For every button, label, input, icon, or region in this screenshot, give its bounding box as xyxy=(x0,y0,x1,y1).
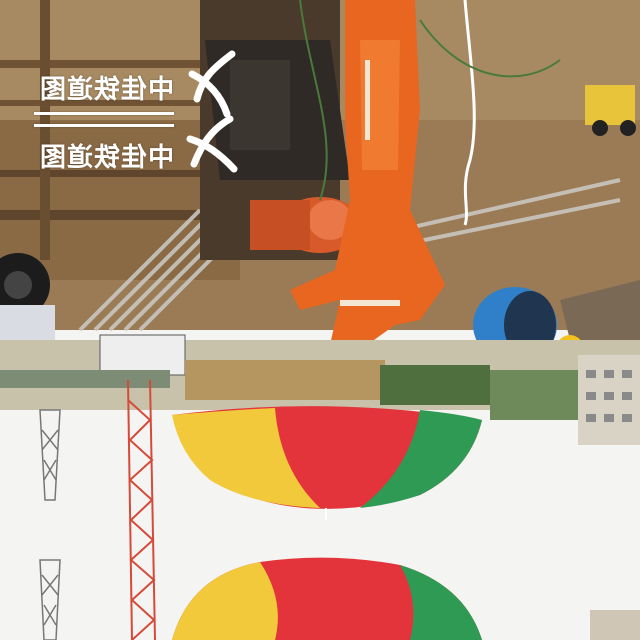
watermark-text-upper: 中佳铁道图 xyxy=(38,75,174,105)
watermark: 中佳铁道图 中佳铁道图 xyxy=(34,40,244,180)
watermark-rule xyxy=(34,112,174,115)
watermark-text-lower: 中佳铁道图 xyxy=(38,143,174,173)
stylized-cjk-logo-icon xyxy=(186,50,238,173)
photo: 中佳铁道图 中佳铁道图 xyxy=(0,0,640,640)
watermark-rule xyxy=(34,124,174,127)
